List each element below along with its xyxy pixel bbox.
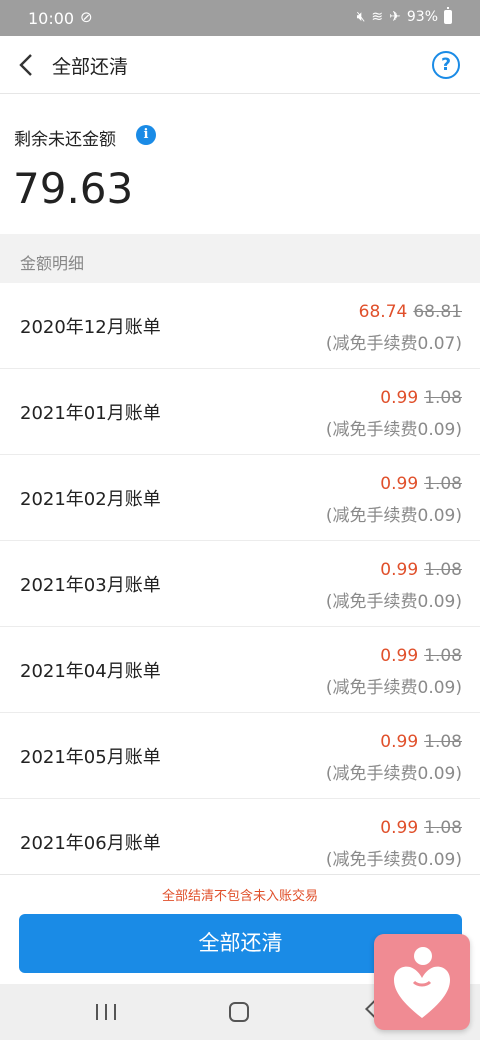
info-icon[interactable]: i xyxy=(136,125,156,145)
floating-app-shortcut[interactable] xyxy=(374,934,470,1030)
bill-amount: 0.99 xyxy=(380,818,419,838)
bill-row[interactable]: 2021年04月账单 0.99 1.08 (减免手续费0.09) xyxy=(0,627,480,713)
bill-original-amount: 1.08 xyxy=(424,646,462,666)
bill-name: 2021年04月账单 xyxy=(20,661,161,682)
bill-amount: 0.99 xyxy=(380,474,419,494)
bill-amounts: 0.99 1.08 xyxy=(380,818,462,838)
bill-row[interactable]: 2021年01月账单 0.99 1.08 (减免手续费0.09) xyxy=(0,369,480,455)
bill-name: 2021年02月账单 xyxy=(20,489,161,510)
bill-row[interactable]: 2021年03月账单 0.99 1.08 (减免手续费0.09) xyxy=(0,541,480,627)
bill-amount: 0.99 xyxy=(380,560,419,580)
bill-amounts: 0.99 1.08 xyxy=(380,388,462,408)
battery-percent: 93% xyxy=(406,9,438,25)
bill-amounts: 0.99 1.08 xyxy=(380,732,462,752)
bill-name: 2021年03月账单 xyxy=(20,575,161,596)
bill-amount: 0.99 xyxy=(380,646,419,666)
bill-row[interactable]: 2021年02月账单 0.99 1.08 (减免手续费0.09) xyxy=(0,455,480,541)
page-title: 全部还清 xyxy=(52,56,129,78)
bill-original-amount: 68.81 xyxy=(413,302,462,322)
footer-notice: 全部结清不包含未入账交易 xyxy=(161,889,318,904)
bill-original-amount: 1.08 xyxy=(424,474,462,494)
bill-row[interactable]: 2021年05月账单 0.99 1.08 (减免手续费0.09) xyxy=(0,713,480,799)
status-icons: 🔇︎ ≋ ✈ 93% xyxy=(356,7,452,25)
remaining-amount: 79.63 xyxy=(13,164,134,213)
bill-original-amount: 1.08 xyxy=(424,732,462,752)
bill-original-amount: 1.08 xyxy=(424,818,462,838)
remaining-label: 剩余未还金额 xyxy=(14,130,116,150)
bill-name: 2020年12月账单 xyxy=(20,317,161,338)
fee-waiver: (减免手续费0.07) xyxy=(325,334,462,354)
bill-amounts: 0.99 1.08 xyxy=(380,646,462,666)
home-button[interactable] xyxy=(229,1002,249,1022)
recent-apps-button[interactable] xyxy=(96,1004,116,1020)
section-label: 金额明细 xyxy=(20,254,85,273)
heart-person-icon xyxy=(394,947,450,1018)
bill-original-amount: 1.08 xyxy=(424,560,462,580)
remaining-summary: 剩余未还金额 i 79.63 xyxy=(0,94,480,234)
bill-row[interactable]: 2020年12月账单 68.74 68.81 (减免手续费0.07) xyxy=(0,283,480,369)
bill-original-amount: 1.08 xyxy=(424,388,462,408)
airplane-icon: ✈ xyxy=(389,9,401,25)
back-button[interactable] xyxy=(12,50,42,80)
bill-name: 2021年01月账单 xyxy=(20,403,161,424)
chevron-left-icon xyxy=(19,54,32,76)
app-header: 全部还清 ? xyxy=(0,36,480,94)
status-time: 10:00 xyxy=(28,9,75,28)
fee-waiver: (减免手续费0.09) xyxy=(325,850,462,870)
status-bar: 10:00 ⊘ 🔇︎ ≋ ✈ 93% xyxy=(0,0,480,36)
help-button[interactable]: ? xyxy=(432,51,460,79)
bill-amount: 68.74 xyxy=(358,302,408,322)
wifi-icon: ≋ xyxy=(371,9,384,25)
fee-waiver: (减免手续费0.09) xyxy=(325,678,462,698)
bill-name: 2021年05月账单 xyxy=(20,747,161,768)
bill-amounts: 0.99 1.08 xyxy=(380,560,462,580)
bill-row[interactable]: 2021年06月账单 0.99 1.08 (减免手续费0.09) xyxy=(0,799,480,874)
bill-amount: 0.99 xyxy=(380,732,419,752)
fee-waiver: (减免手续费0.09) xyxy=(325,420,462,440)
bill-amounts: 68.74 68.81 xyxy=(359,302,462,322)
bill-list: 2020年12月账单 68.74 68.81 (减免手续费0.07) 2021年0… xyxy=(0,283,480,874)
bill-amounts: 0.99 1.08 xyxy=(380,474,462,494)
battery-icon xyxy=(444,7,452,24)
fee-waiver: (减免手续费0.09) xyxy=(325,506,462,526)
mute-icon: 🔇︎ xyxy=(356,9,366,25)
bill-name: 2021年06月账单 xyxy=(20,833,161,854)
bill-amount: 0.99 xyxy=(380,388,419,408)
fee-waiver: (减免手续费0.09) xyxy=(325,592,462,612)
fee-waiver: (减免手续费0.09) xyxy=(325,764,462,784)
do-not-disturb-icon: ⊘ xyxy=(80,8,93,26)
